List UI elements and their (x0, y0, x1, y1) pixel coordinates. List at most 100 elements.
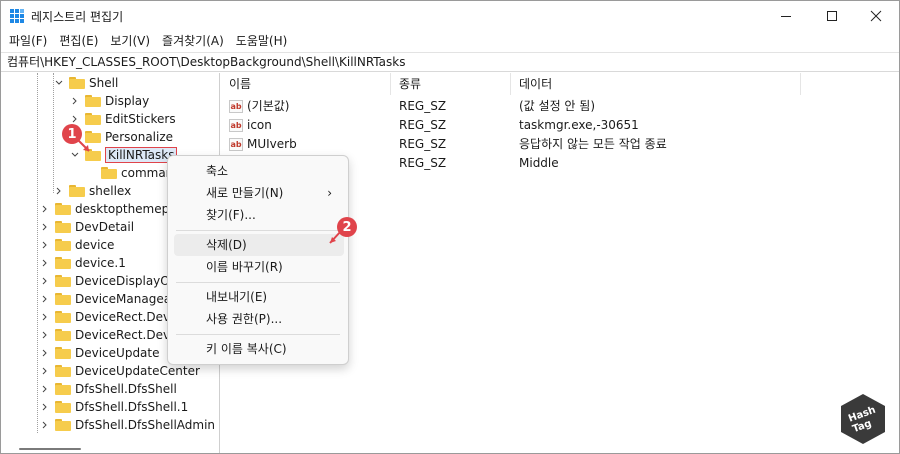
value-type: REG_SZ (399, 137, 447, 151)
menu-item-export[interactable]: 내보내기(E) (174, 286, 344, 308)
tree-horizontal-scrollbar[interactable] (1, 441, 219, 453)
menu-item-new[interactable]: 새로 만들기(N) › (174, 182, 344, 204)
tree-node-display[interactable]: Display (69, 92, 149, 110)
tree-node-root[interactable]: device.1 (39, 254, 126, 272)
tree-node-root[interactable]: DevDetail (39, 218, 134, 236)
tree-node-root[interactable]: DfsShell.DfsShell.1 (39, 398, 188, 416)
address-bar[interactable]: 컴퓨터\HKEY_CLASSES_ROOT\DesktopBackground\… (1, 52, 899, 72)
chevron-right-icon[interactable] (39, 401, 51, 413)
menu-item-collapse[interactable]: 축소 (174, 160, 344, 182)
tree-node-label: Personalize (105, 130, 174, 144)
value-type: REG_SZ (399, 118, 447, 132)
chevron-right-icon[interactable] (39, 347, 51, 359)
menu-help[interactable]: 도움말(H) (230, 31, 294, 51)
hashtag-logo: Hash Tag (839, 393, 887, 445)
chevron-right-icon[interactable] (39, 221, 51, 233)
chevron-right-icon[interactable] (39, 203, 51, 215)
registry-editor-window: 레지스트리 편집기 파일(F) 편집(E) 보기(V) 즐겨찾기(A) 도움말(… (0, 0, 900, 454)
folder-icon (55, 221, 71, 233)
menu-item-copy-key-name[interactable]: 키 이름 복사(C) (174, 338, 344, 360)
tree-node-label: EditStickers (105, 112, 176, 126)
folder-icon (55, 383, 71, 395)
menu-item-label: 새로 만들기(N) (206, 186, 284, 200)
maximize-button[interactable] (809, 1, 855, 31)
chevron-right-icon[interactable] (39, 383, 51, 395)
menu-favorites[interactable]: 즐겨찾기(A) (156, 31, 230, 51)
folder-icon (55, 365, 71, 377)
pointer-arrow-icon (76, 138, 90, 152)
chevron-right-icon[interactable] (53, 185, 65, 197)
registry-app-icon (10, 9, 24, 23)
column-header-name[interactable]: 이름 (221, 73, 391, 95)
string-value-icon: ab (229, 138, 243, 151)
close-button[interactable] (853, 1, 899, 31)
menu-file[interactable]: 파일(F) (3, 31, 53, 51)
tree-node-editstickers[interactable]: EditStickers (69, 110, 176, 128)
maximize-icon (827, 11, 837, 21)
chevron-right-icon[interactable] (39, 419, 51, 431)
list-row[interactable]: ab MUIverb REG_SZ 응답하지 않는 모든 작업 종료 (221, 135, 899, 154)
menu-separator (176, 230, 340, 231)
tree-node-root[interactable]: DfsShell.DfsShell (39, 380, 177, 398)
tree-node-label: DfsShell.DfsShell (75, 382, 177, 396)
chevron-right-icon[interactable] (39, 311, 51, 323)
tree-node-root[interactable]: DfsShell.DfsShellAdmin (39, 416, 215, 434)
folder-icon (69, 185, 85, 197)
tree-node-label: DeviceUpdate (75, 346, 160, 360)
folder-icon (55, 347, 71, 359)
tree-node-root[interactable]: device (39, 236, 114, 254)
tree-node-root[interactable]: DeviceRect.Device (39, 326, 187, 344)
string-value-icon: ab (229, 100, 243, 113)
chevron-right-icon[interactable] (39, 257, 51, 269)
chevron-down-icon[interactable] (53, 77, 65, 89)
chevron-right-icon[interactable] (39, 329, 51, 341)
menu-edit[interactable]: 편집(E) (53, 31, 104, 51)
folder-icon (55, 329, 71, 341)
value-data: (값 설정 안 됨) (519, 99, 596, 113)
pointer-arrow-icon (329, 230, 342, 244)
tree-node-root[interactable]: DeviceUpdate (39, 344, 160, 362)
scrollbar-thumb[interactable] (19, 448, 81, 450)
folder-icon (69, 77, 85, 89)
value-name: MUIverb (247, 137, 297, 151)
list-row[interactable]: ab icon REG_SZ taskmgr.exe,-30651 (221, 116, 899, 135)
list-row[interactable]: ab (기본값) REG_SZ (값 설정 안 됨) (221, 97, 899, 116)
chevron-right-icon[interactable] (69, 95, 81, 107)
value-data: taskmgr.exe,-30651 (519, 118, 639, 132)
chevron-right-icon[interactable] (39, 365, 51, 377)
tree-node-label: DfsShell.DfsShell.1 (75, 400, 189, 414)
tree-node-root[interactable]: DeviceRect.Device (39, 308, 187, 326)
folder-icon (55, 401, 71, 413)
menu-item-permissions[interactable]: 사용 권한(P)... (174, 308, 344, 330)
tree-node-label: device.1 (75, 256, 126, 270)
folder-icon (85, 95, 101, 107)
column-header-data[interactable]: 데이터 (511, 73, 801, 95)
tree-node-shellex[interactable]: shellex (53, 182, 131, 200)
tree-node-root[interactable]: desktopthemepac (39, 200, 183, 218)
tree-node-root[interactable]: DeviceDisplayOb (39, 272, 177, 290)
menu-item-delete[interactable]: 삭제(D) (174, 234, 344, 256)
context-menu: 축소 새로 만들기(N) › 찾기(F)... 삭제(D) 이름 바꾸기(R) … (167, 155, 349, 365)
window-title: 레지스트리 편집기 (31, 10, 124, 24)
value-name: (기본값) (247, 99, 290, 113)
folder-icon (55, 257, 71, 269)
menu-view[interactable]: 보기(V) (104, 31, 156, 51)
value-type: REG_SZ (399, 156, 447, 170)
minimize-icon (781, 16, 791, 17)
value-name: icon (247, 118, 272, 132)
tree-node-shell[interactable]: Shell (53, 74, 118, 92)
chevron-right-icon[interactable] (39, 239, 51, 251)
menu-item-find[interactable]: 찾기(F)... (174, 204, 344, 226)
tree-node-label: Shell (89, 76, 119, 90)
tree-node-label: DfsShell.DfsShellAdmin (75, 418, 216, 432)
chevron-right-icon[interactable] (39, 293, 51, 305)
menu-item-rename[interactable]: 이름 바꾸기(R) (174, 256, 344, 278)
minimize-button[interactable] (763, 1, 809, 31)
tree-node-root[interactable]: DeviceManageab (39, 290, 179, 308)
value-data: 응답하지 않는 모든 작업 종료 (519, 137, 667, 151)
chevron-right-icon[interactable] (39, 275, 51, 287)
folder-icon (55, 239, 71, 251)
folder-icon (55, 275, 71, 287)
column-header-type[interactable]: 종류 (391, 73, 511, 95)
tree-node-label: DeviceDisplayOb (75, 274, 178, 288)
